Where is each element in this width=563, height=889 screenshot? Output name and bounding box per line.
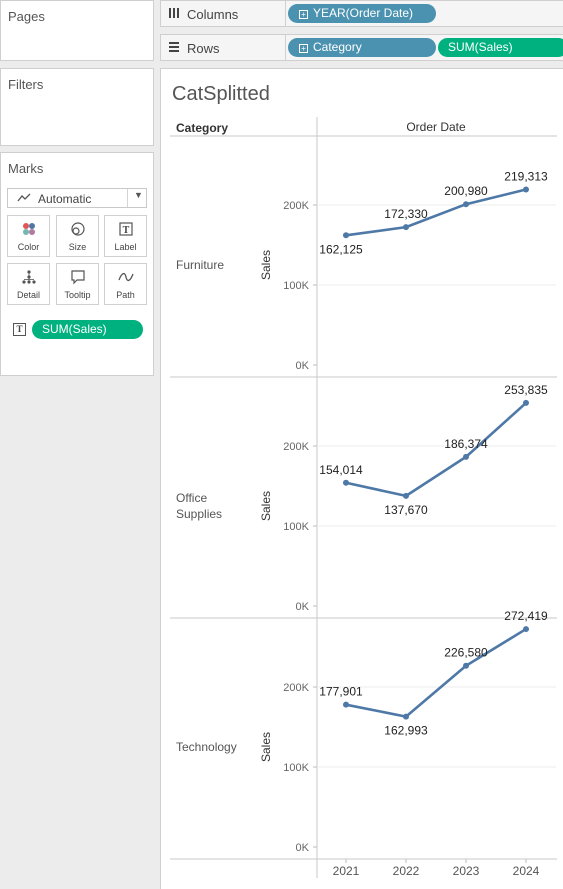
column-header-label: Order Date xyxy=(406,120,466,134)
y-tick-label: 200K xyxy=(283,441,309,453)
data-label: 186,374 xyxy=(444,437,488,451)
y-tick-label: 200K xyxy=(283,682,309,694)
y-tick-label: 100K xyxy=(283,521,309,533)
data-point xyxy=(463,453,469,460)
data-label: 200,980 xyxy=(444,184,488,198)
data-label: 177,901 xyxy=(319,685,363,699)
data-point xyxy=(523,186,529,193)
y-axis-title: Sales xyxy=(259,732,273,762)
data-point xyxy=(343,701,349,708)
row-label: Supplies xyxy=(176,507,222,521)
data-label: 272,419 xyxy=(504,609,548,623)
data-label: 253,835 xyxy=(504,383,548,397)
series-line xyxy=(345,627,527,718)
data-point xyxy=(523,626,529,633)
data-point xyxy=(523,399,529,406)
y-tick-label: 0K xyxy=(296,360,310,372)
x-tick-label: 2021 xyxy=(333,864,360,878)
x-tick-label: 2023 xyxy=(453,864,480,878)
data-label: 172,330 xyxy=(384,207,428,221)
data-label: 162,993 xyxy=(384,724,428,738)
row-label: Furniture xyxy=(176,258,224,272)
y-tick-label: 0K xyxy=(296,842,310,854)
data-point xyxy=(463,662,469,669)
y-tick-label: 100K xyxy=(283,280,309,292)
y-axis-title: Sales xyxy=(259,250,273,280)
data-point xyxy=(403,224,409,231)
data-label: 226,580 xyxy=(444,646,488,660)
series-line xyxy=(345,188,527,237)
data-label: 154,014 xyxy=(319,463,363,477)
data-point xyxy=(463,201,469,208)
data-point xyxy=(343,479,349,486)
row-label: Office xyxy=(176,491,207,505)
data-label: 219,313 xyxy=(504,170,548,184)
line-chart: Category Order Date 0K 100K 200K Sales Furnitu… xyxy=(170,117,557,878)
y-tick-label: 100K xyxy=(283,762,309,774)
series-line xyxy=(345,401,527,498)
row-label: Technology xyxy=(176,740,237,754)
data-label: 137,670 xyxy=(384,503,428,517)
x-tick-label: 2022 xyxy=(393,864,420,878)
y-axis-title: Sales xyxy=(259,491,273,521)
row-header-label: Category xyxy=(176,121,228,135)
data-label: 162,125 xyxy=(319,242,363,256)
data-point xyxy=(403,492,409,499)
data-point xyxy=(403,713,409,720)
y-tick-label: 200K xyxy=(283,200,309,212)
data-point xyxy=(343,232,349,239)
x-tick-label: 2024 xyxy=(513,864,540,878)
y-tick-label: 0K xyxy=(296,601,310,613)
